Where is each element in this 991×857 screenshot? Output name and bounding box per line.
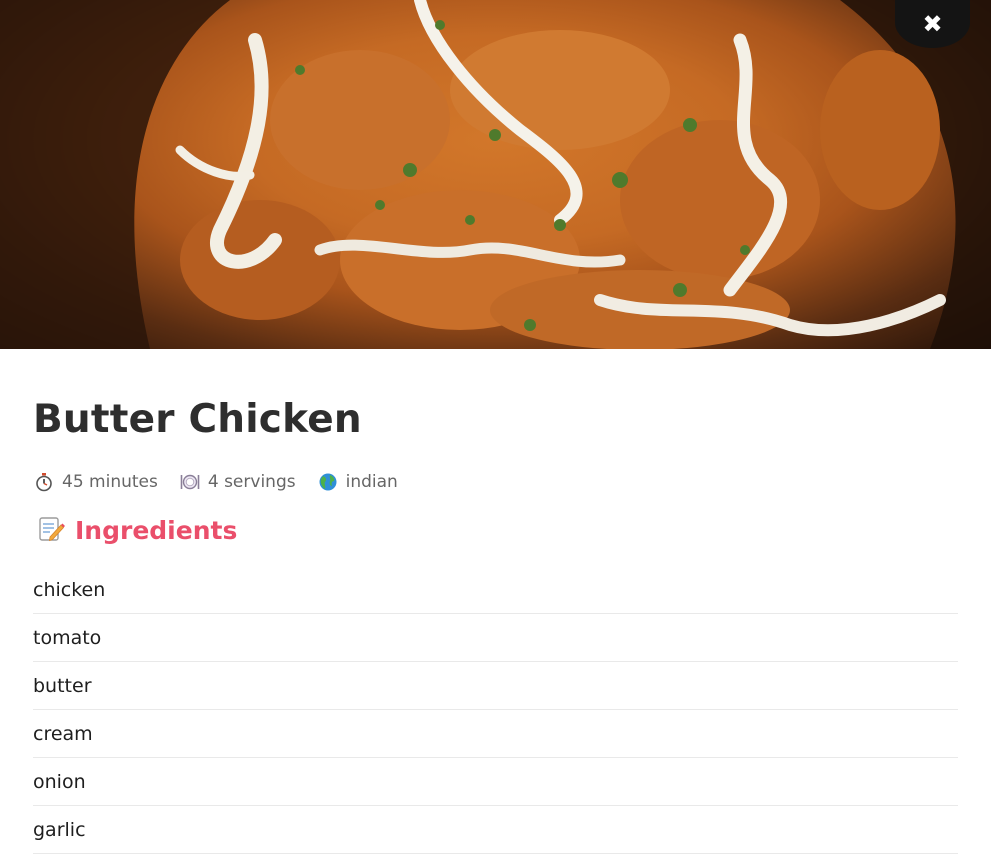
stopwatch-icon — [33, 471, 55, 493]
meta-servings: 4 servings — [179, 471, 296, 493]
memo-icon — [37, 515, 67, 545]
plate-icon — [179, 471, 201, 493]
ingredient-item: tomato — [33, 614, 958, 662]
ingredient-item: cream — [33, 710, 958, 758]
recipe-hero-image: ✖ — [0, 0, 991, 349]
close-icon: ✖ — [922, 10, 943, 38]
meta-time: 45 minutes — [33, 471, 158, 493]
ingredient-item: garlic — [33, 806, 958, 854]
meta-cuisine: indian — [317, 471, 398, 493]
recipe-title: Butter Chicken — [33, 397, 362, 442]
ingredients-list: chicken tomato butter cream onion garlic — [33, 566, 958, 854]
ingredients-heading: Ingredients — [37, 515, 237, 545]
meta-servings-text: 4 servings — [207, 472, 296, 492]
recipe-meta: 45 minutes 4 servings indian — [33, 471, 419, 493]
meta-time-text: 45 minutes — [62, 472, 158, 492]
ingredient-item: onion — [33, 758, 958, 806]
ingredients-heading-text: Ingredients — [75, 515, 238, 545]
globe-icon — [317, 471, 339, 493]
butter-chicken-photo — [0, 0, 991, 349]
ingredient-item: chicken — [33, 566, 958, 614]
meta-cuisine-text: indian — [345, 472, 398, 492]
ingredient-item: butter — [33, 662, 958, 710]
